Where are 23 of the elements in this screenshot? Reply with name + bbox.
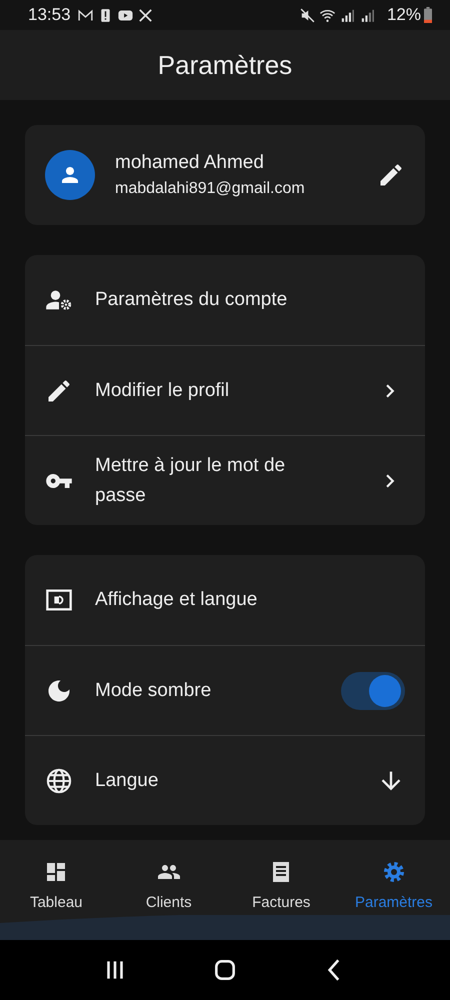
nav-tab[interactable]: Tableau [0, 840, 112, 915]
home-icon[interactable] [212, 957, 238, 983]
x-icon [136, 6, 154, 24]
setting-label[interactable]: Mode sombre [95, 676, 341, 706]
settings-icon [382, 860, 406, 884]
profile-email: mabdalahi891@gmail.com [115, 178, 305, 198]
battery-percent: 12% [386, 5, 421, 25]
setting-label: Paramètres du compte [95, 288, 288, 312]
setting-label[interactable]: Mettre à jour le mot de passe [95, 450, 377, 510]
nav-tab[interactable]: Factures [225, 840, 338, 915]
dark-mode-switch[interactable] [341, 672, 405, 710]
page-title: Paramètres [158, 50, 292, 80]
setting-label[interactable]: Langue [95, 766, 377, 796]
globe-icon [45, 766, 73, 794]
avatar-icon [45, 150, 95, 200]
mute-icon [298, 6, 316, 24]
status-time: 13:53 [28, 5, 71, 25]
battery-icon [424, 7, 432, 23]
profile-name: mohamed Ahmed [115, 150, 265, 174]
setting-label[interactable]: Modifier le profil [95, 376, 377, 406]
nav-tab[interactable]: Clients [112, 840, 225, 915]
nav-tab[interactable]: Paramètres [338, 840, 450, 915]
setting-label: Affichage et langue [95, 588, 258, 612]
